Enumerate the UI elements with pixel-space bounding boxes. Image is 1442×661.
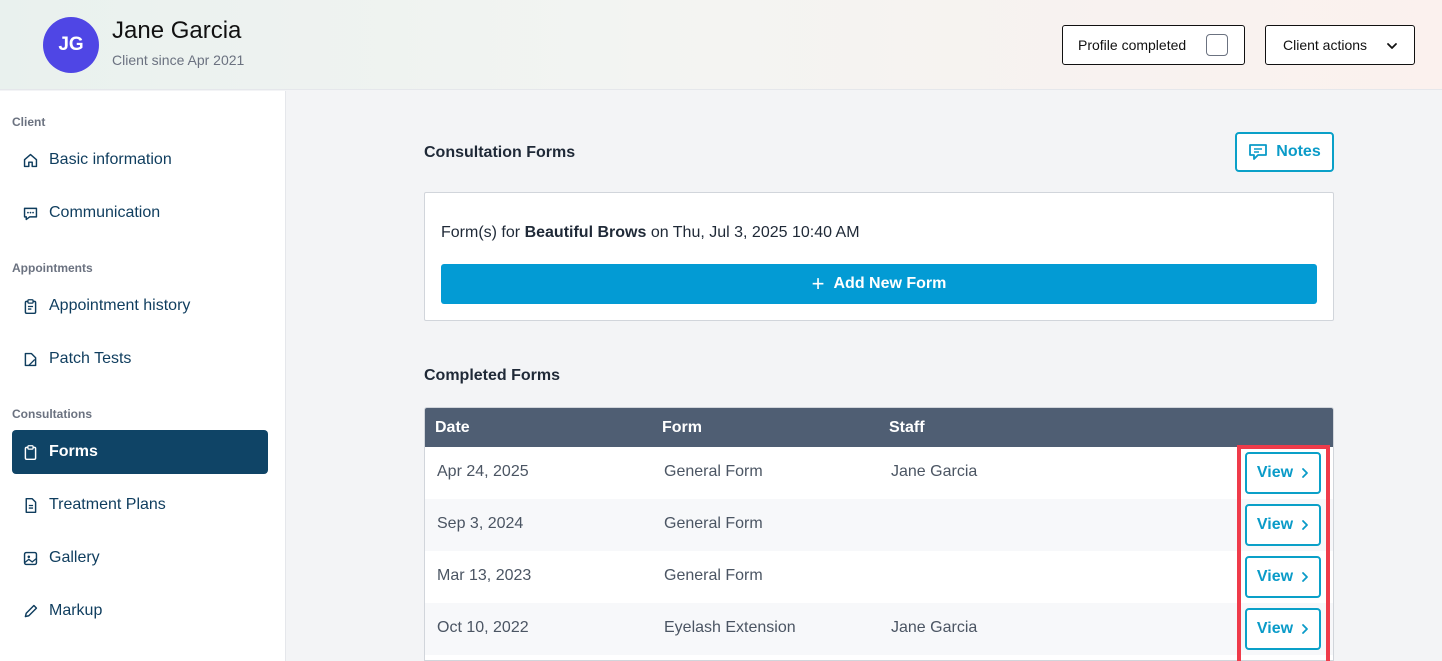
plus-icon: + [811, 271, 825, 296]
column-header-date: Date [435, 419, 470, 436]
column-header-form: Form [662, 419, 702, 436]
sidebar-item-forms[interactable]: Forms [12, 430, 268, 474]
sidebar-item-label: Patch Tests [49, 350, 132, 367]
cell-form: Eyelash Extension [664, 619, 796, 636]
chevron-right-icon [1302, 624, 1308, 634]
sidebar-item-patch-tests[interactable]: Patch Tests [12, 337, 268, 381]
view-label: View [1256, 464, 1294, 481]
cell-date: Apr 24, 2025 [437, 463, 529, 480]
sidebar-section-appointments: Appointments [12, 261, 93, 275]
image-icon [23, 551, 38, 565]
table-header: Date Form Staff [425, 408, 1333, 447]
client-header: JG Jane Garcia Client since Apr 2021 Pro… [0, 0, 1442, 90]
client-since: Client since Apr 2021 [112, 52, 245, 68]
sidebar-section-client: Client [12, 115, 46, 129]
client-actions-label: Client actions [1283, 37, 1368, 53]
profile-completed-checkbox[interactable] [1206, 34, 1228, 56]
table-row: Apr 24, 2025 General Form Jane Garcia Vi… [425, 447, 1333, 499]
form-service-name: Beautiful Brows [524, 224, 647, 241]
sidebar-item-appointment-history[interactable]: Appointment history [12, 284, 268, 328]
sidebar-item-label: Communication [49, 204, 161, 221]
document-icon [25, 497, 37, 513]
clipboard-list-icon [24, 298, 37, 314]
sidebar-item-communication[interactable]: Communication [12, 191, 268, 235]
column-header-staff: Staff [889, 419, 925, 436]
avatar-initials: JG [58, 34, 84, 55]
cell-date: Oct 10, 2022 [437, 619, 529, 636]
home-icon [23, 153, 38, 167]
completed-forms-table: Date Form Staff Apr 24, 2025 General For… [424, 407, 1334, 661]
sidebar-item-markup[interactable]: Markup [12, 589, 268, 633]
cell-staff: Jane Garcia [891, 463, 978, 480]
client-name: Jane Garcia [112, 17, 242, 44]
profile-completed-label: Profile completed [1078, 37, 1187, 53]
consultation-form-card: Form(s) for Beautiful Brows on Thu, Jul … [424, 192, 1334, 321]
table-row: Mar 13, 2023 General Form View [425, 551, 1333, 603]
cell-staff: Jane Garcia [891, 619, 978, 636]
pencil-icon [24, 604, 38, 617]
sidebar-section-consultations: Consultations [12, 407, 92, 421]
view-label: View [1256, 568, 1294, 585]
view-button[interactable]: View [1245, 556, 1321, 598]
sidebar-item-treatment-plans[interactable]: Treatment Plans [12, 483, 268, 527]
add-new-form-button[interactable]: + Add New Form [441, 264, 1317, 304]
form-appointment-line: Form(s) for Beautiful Brows on Thu, Jul … [441, 224, 860, 242]
sidebar-item-label: Treatment Plans [49, 496, 166, 513]
view-button[interactable]: View [1245, 504, 1321, 546]
chat-icon [1249, 144, 1268, 160]
cell-form: General Form [664, 567, 763, 584]
sidebar-item-label: Gallery [49, 549, 100, 566]
sidebar-item-label: Forms [49, 443, 98, 460]
view-button[interactable]: View [1245, 452, 1321, 494]
client-actions-button[interactable]: Client actions [1265, 25, 1415, 65]
form-appointment-date: on Thu, Jul 3, 2025 10:40 AM [650, 224, 860, 241]
view-label: View [1256, 516, 1294, 533]
chevron-right-icon [1302, 520, 1308, 530]
table-row: Sep 3, 2024 General Form View [425, 499, 1333, 551]
sidebar-item-basic-information[interactable]: Basic information [12, 138, 268, 182]
sidebar-item-gallery[interactable]: Gallery [12, 536, 268, 580]
notes-label: Notes [1276, 143, 1321, 160]
chevron-down-icon [1387, 43, 1397, 49]
view-label: View [1256, 620, 1294, 637]
form-prefix: Form(s) for [441, 224, 521, 241]
add-new-form-label: Add New Form [833, 275, 947, 292]
chevron-right-icon [1302, 572, 1308, 582]
chat-icon [23, 207, 38, 220]
cell-form: General Form [664, 515, 763, 532]
notes-button[interactable]: Notes [1235, 132, 1334, 172]
table-row: Oct 10, 2022 Eyelash Extension Jane Garc… [425, 603, 1333, 655]
view-button[interactable]: View [1245, 608, 1321, 650]
clipboard-icon [24, 444, 37, 460]
patch-icon [24, 352, 37, 366]
profile-completed-button[interactable]: Profile completed [1062, 25, 1245, 65]
cell-form: General Form [664, 463, 763, 480]
sidebar-item-label: Markup [49, 602, 103, 619]
cell-date: Mar 13, 2023 [437, 567, 532, 584]
cell-date: Sep 3, 2024 [437, 515, 524, 532]
sidebar-item-label: Basic information [49, 151, 172, 168]
avatar: JG [43, 17, 99, 73]
sidebar: Client Basic information Communication A… [0, 91, 286, 661]
consultation-forms-title: Consultation Forms [424, 144, 576, 161]
completed-forms-title: Completed Forms [424, 367, 561, 384]
sidebar-item-label: Appointment history [49, 297, 191, 314]
chevron-right-icon [1302, 468, 1308, 478]
